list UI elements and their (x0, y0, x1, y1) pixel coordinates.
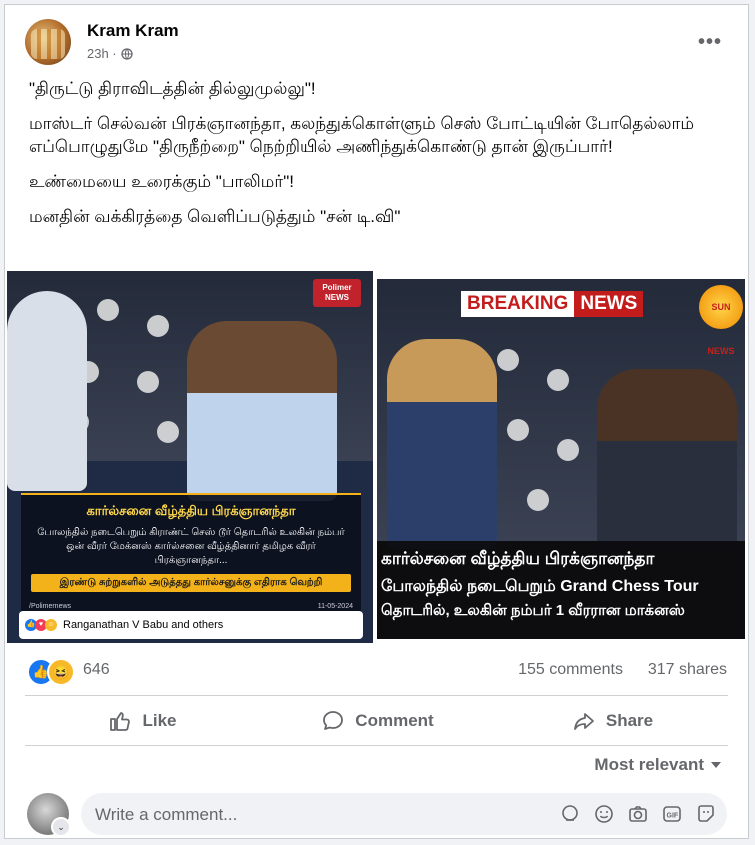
like-label: Like (142, 711, 177, 730)
post-header (25, 19, 71, 65)
news-label: NEWS (574, 291, 644, 317)
post-paragraph: மாஸ்டர் செல்வன் பிரக்ஞானந்தா, கலந்துக்கொ… (29, 114, 695, 156)
polimer-logo: Polimer NEWS (313, 279, 361, 307)
caption-line: கார்ல்சனை வீழ்த்திய பிரக்ஞானந்தா (381, 549, 655, 568)
caption-body: போலந்தில் நடைபெறும் கிராண்ட் செஸ் டூர் த… (37, 527, 345, 566)
player-back-figure (387, 339, 497, 549)
sticker-icon[interactable] (695, 803, 717, 825)
post-image-sun[interactable]: BREAKING NEWS SUN NEWS கார்ல்சனை வீழ்த்த… (377, 279, 745, 639)
embedded-reactions-text: Ranganathan V Babu and others (63, 619, 224, 631)
comment-label: Comment (355, 711, 434, 730)
share-arrow-icon (573, 713, 594, 730)
caption-date: 11-05-2024 (317, 603, 353, 610)
player-figure (597, 369, 737, 549)
shares-count[interactable]: 317 shares (648, 661, 727, 679)
caret-down-icon (711, 762, 721, 768)
embedded-reactions: 👍 ♥ ☺ Ranganathan V Babu and others (19, 611, 363, 639)
post-card: Kram Kram 23h · ••• "திருட்டு திராவிடத்த… (4, 4, 749, 839)
chevron-down-icon[interactable]: ⌄ (51, 817, 71, 837)
comment-sort-dropdown[interactable]: Most relevant (594, 755, 722, 775)
gif-icon[interactable]: GIF (661, 803, 683, 825)
post-text: "திருட்டு திராவிடத்தின் தில்லுமுல்லு"! ம… (29, 77, 729, 240)
caption-handle: /Polimernews (29, 603, 72, 610)
comment-button[interactable]: Comment (260, 699, 495, 743)
player-back-figure (7, 291, 87, 491)
sort-label: Most relevant (594, 755, 704, 774)
post-image-polimer[interactable]: Polimer NEWS கார்ல்சனை வீழ்த்திய பிரக்ஞா… (7, 271, 373, 643)
haha-reaction-icon[interactable]: 😆 (47, 658, 75, 686)
thumbs-up-icon (110, 712, 131, 731)
post-paragraph: மனதின் வக்கிரத்தை வெளிப்படுத்தும் "சன் ட… (29, 207, 401, 226)
post-paragraph: "திருட்டு திராவிடத்தின் தில்லுமுல்லு"! (29, 79, 316, 98)
composer-icons: GIF (559, 803, 717, 825)
divider (25, 695, 728, 696)
like-button[interactable]: Like (25, 699, 260, 743)
comments-count[interactable]: 155 comments (518, 661, 623, 679)
post-stats: 👍 😆 646 155 comments 317 shares (27, 655, 727, 686)
player-figure (187, 321, 337, 501)
comment-placeholder: Write a comment... (95, 805, 238, 824)
commenter-avatar[interactable]: ⌄ (27, 793, 71, 837)
caption-line: போலந்தில் நடைபெறும் Grand Chess Tour (381, 578, 699, 595)
avatar-sticker-icon[interactable] (559, 803, 581, 825)
care-icon: ☺ (45, 619, 57, 631)
post-meta: 23h · (87, 46, 133, 61)
more-options-icon[interactable]: ••• (698, 31, 722, 54)
breaking-news-banner: BREAKING NEWS (461, 291, 644, 317)
globe-icon (120, 47, 133, 60)
comment-input[interactable]: Write a comment... GIF (81, 793, 727, 835)
polimer-caption: கார்ல்சனை வீழ்த்திய பிரக்ஞானந்தா போலந்தி… (21, 493, 361, 613)
emoji-icon[interactable] (593, 803, 615, 825)
caption-footer: /Polimernews 11-05-2024 (29, 603, 353, 610)
camera-icon[interactable] (627, 803, 649, 825)
post-actions: Like Comment Share (25, 699, 730, 743)
author-avatar[interactable] (25, 19, 71, 65)
sun-news-logo: SUN NEWS (699, 285, 743, 356)
sun-caption: கார்ல்சனை வீழ்த்திய பிரக்ஞானந்தா போலந்தி… (377, 541, 745, 639)
divider (25, 745, 728, 746)
comment-bubble-icon (323, 711, 344, 730)
share-label: Share (605, 711, 654, 730)
author-name[interactable]: Kram Kram (87, 21, 179, 41)
breaking-label: BREAKING (461, 291, 575, 317)
post-paragraph: உண்மையை உரைக்கும் "பாலிமர்"! (29, 172, 294, 191)
caption-headline: கார்ல்சனை வீழ்த்திய பிரக்ஞானந்தா (86, 503, 296, 518)
share-button[interactable]: Share (495, 699, 730, 743)
svg-text:GIF: GIF (667, 813, 679, 820)
caption-strap: இரண்டு சுற்றுகளில் அடுத்தது கார்ல்சனுக்க… (31, 574, 351, 592)
post-time[interactable]: 23h · (87, 46, 117, 61)
caption-line: தொடரில், உலகின் நம்பர் 1 வீரரான மாக்னஸ் (381, 602, 685, 619)
reaction-count[interactable]: 646 (83, 661, 110, 679)
